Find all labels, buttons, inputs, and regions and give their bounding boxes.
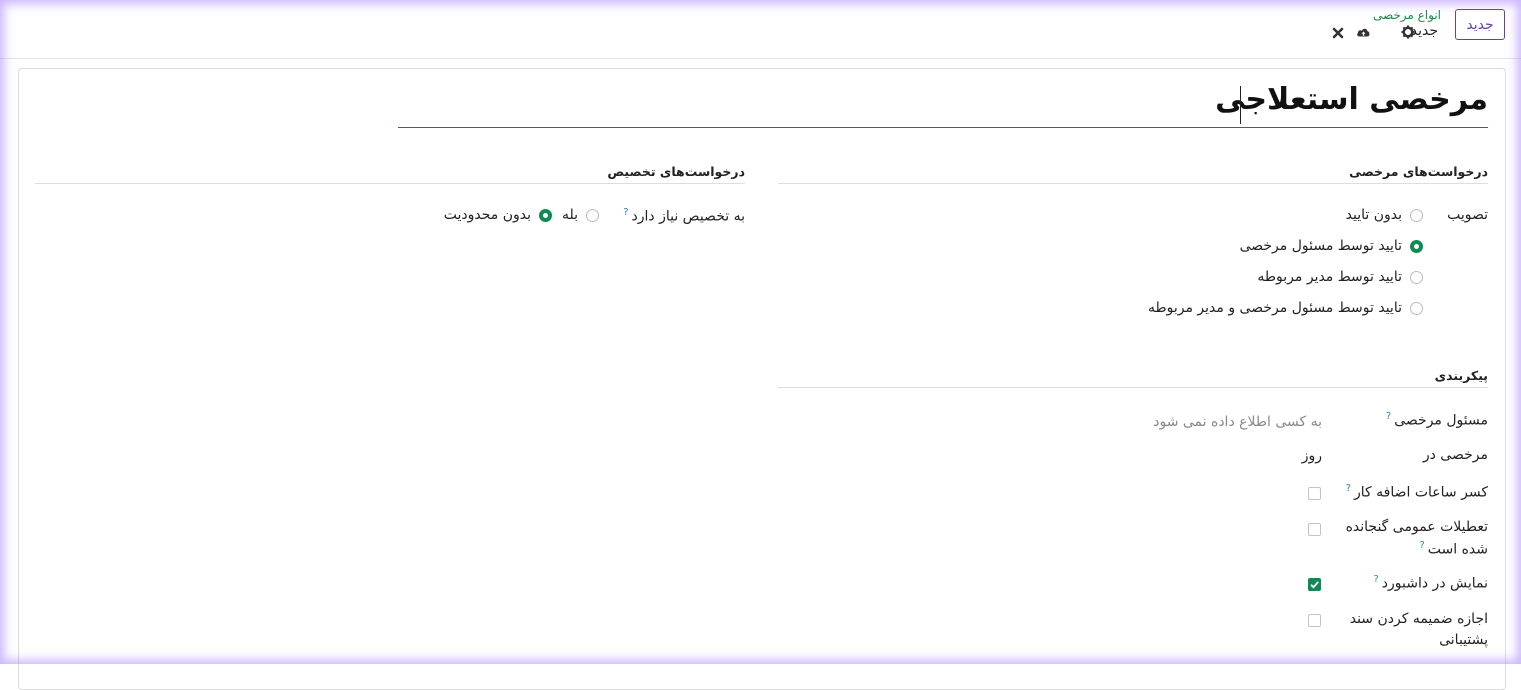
radio-label: تایید توسط مسئول مرخصی و مدیر مربوطه <box>1147 300 1402 316</box>
public-holidays-checkbox[interactable] <box>1308 523 1321 536</box>
responsible-text: مسئول مرخصی <box>1394 412 1488 429</box>
control-panel: جدید انواع مرخصی جدید <box>0 0 1521 59</box>
radio-button[interactable] <box>1410 208 1423 222</box>
leave-type-name-field[interactable]: مرخصی استعلاجی <box>1215 82 1488 117</box>
close-icon[interactable] <box>1330 24 1344 39</box>
allow-attach-label: اجازه ضمیمه کردن سند <box>1349 611 1488 627</box>
radio-label: تایید توسط مدیر مربوطه <box>1257 269 1402 285</box>
show-dashboard-checkbox[interactable] <box>1308 578 1321 591</box>
radio-button-checked[interactable] <box>1410 239 1423 253</box>
breadcrumb-parent-link[interactable]: انواع مرخصی <box>1373 8 1441 22</box>
title-underline <box>398 127 1488 128</box>
radio-option-officer-and-manager[interactable]: تایید توسط مسئول مرخصی و مدیر مربوطه <box>1148 300 1423 316</box>
radio-label: بدون تایید <box>1345 207 1402 223</box>
radio-button[interactable] <box>586 208 599 222</box>
section-divider <box>778 387 1488 388</box>
radio-label: بدون محدودیت <box>443 207 531 223</box>
section-divider <box>35 183 745 184</box>
help-tooltip-icon[interactable]: ? <box>623 207 628 218</box>
section-title-configuration: پیکربندی <box>1434 368 1488 383</box>
responsible-label: مسئول مرخصی? <box>1386 411 1488 429</box>
deduct-extra-hours-text: کسر ساعات اضافه کار <box>1354 484 1488 501</box>
show-dashboard-text: نمایش در داشبورد <box>1381 575 1488 592</box>
radio-button[interactable] <box>1410 270 1423 284</box>
radio-label: بله <box>561 207 578 223</box>
public-holidays-label: تعطیلات عمومی گنجانده <box>1345 519 1488 535</box>
radio-button[interactable] <box>1410 301 1423 315</box>
allow-attach-checkbox[interactable] <box>1308 614 1321 627</box>
radio-label: تایید توسط مسئول مرخصی <box>1239 238 1402 254</box>
radio-option-no-limit[interactable]: بدون محدودیت <box>444 207 552 223</box>
radio-option-no-validation[interactable]: بدون تایید <box>1346 207 1423 223</box>
requires-allocation-text: به تخصیص نیاز دارد <box>631 208 745 225</box>
responsible-input[interactable]: به کسی اطلاع داده نمی شود <box>1153 414 1322 430</box>
requires-allocation-label: به تخصیص نیاز دارد? <box>623 207 745 225</box>
radio-option-leave-officer[interactable]: تایید توسط مسئول مرخصی <box>1240 238 1423 254</box>
public-holidays-text: شده است <box>1427 541 1488 558</box>
show-dashboard-label: نمایش در داشبورد? <box>1373 574 1488 592</box>
deduct-extra-hours-label: کسر ساعات اضافه کار? <box>1346 483 1488 501</box>
radio-button-checked[interactable] <box>539 208 552 222</box>
text-cursor <box>1240 86 1241 124</box>
help-tooltip-icon[interactable]: ? <box>1373 574 1378 585</box>
radio-option-manager[interactable]: تایید توسط مدیر مربوطه <box>1257 269 1423 285</box>
section-title-leave-requests: درخواست‌های مرخصی <box>1349 164 1488 179</box>
cloud-upload-icon[interactable] <box>1357 24 1371 38</box>
deduct-extra-hours-checkbox[interactable] <box>1308 487 1321 500</box>
allow-attach-label-line2: پشتیبانی <box>1439 632 1488 648</box>
checkmark-icon <box>1310 581 1319 589</box>
section-divider <box>778 183 1488 184</box>
section-title-allocation-requests: درخواست‌های تخصیص <box>607 164 745 179</box>
approval-label: تصویب <box>1447 207 1488 223</box>
form-sheet <box>18 68 1506 690</box>
help-tooltip-icon[interactable]: ? <box>1419 540 1424 551</box>
new-button[interactable]: جدید <box>1455 9 1505 40</box>
take-leave-in-label: مرخصی در <box>1422 447 1488 463</box>
radio-option-yes[interactable]: بله <box>562 207 599 223</box>
take-leave-in-select[interactable]: روز <box>1302 448 1322 464</box>
public-holidays-label-line2: شده است? <box>1419 540 1488 558</box>
help-tooltip-icon[interactable]: ? <box>1346 483 1351 494</box>
gear-icon[interactable] <box>1401 24 1415 39</box>
help-tooltip-icon[interactable]: ? <box>1386 411 1391 422</box>
